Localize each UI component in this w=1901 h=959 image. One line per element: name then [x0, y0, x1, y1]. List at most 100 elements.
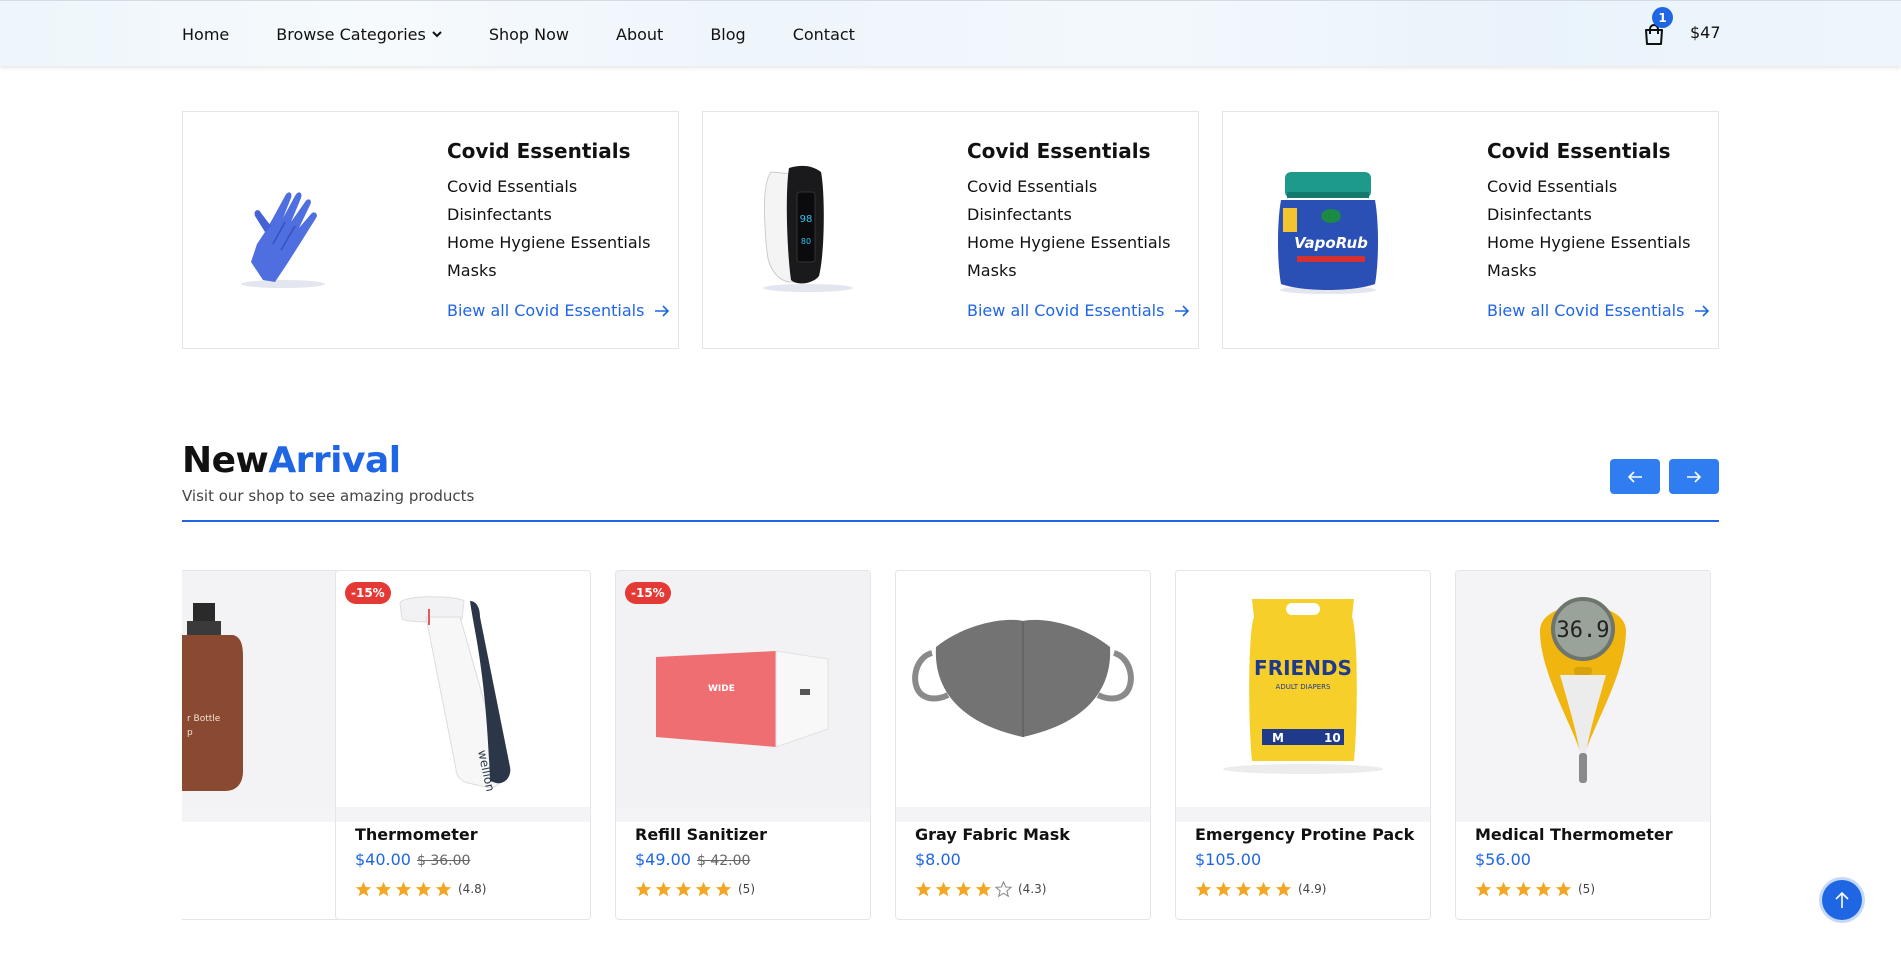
category-list-item[interactable]: Home Hygiene Essentials: [967, 229, 1170, 257]
cart-total[interactable]: $47: [1690, 23, 1721, 42]
star-icon: [955, 881, 972, 896]
nav-shop-label: Shop Now: [488, 24, 570, 44]
product-rating: (5): [635, 880, 755, 898]
product-card[interactable]: wellion -15% Thermometer $40.00 $ 36.00 (…: [335, 570, 591, 920]
top-navbar: Home Browse Categories Shop Now About Bl…: [0, 0, 1901, 66]
rating-value: (4.8): [458, 882, 487, 896]
star-icon: [935, 881, 952, 896]
star-icon: [1195, 881, 1212, 896]
price-old: $ 36.00: [416, 853, 471, 869]
rating-value: (4.9): [1298, 882, 1327, 896]
arrow-up-icon: [1835, 891, 1849, 908]
view-all-link[interactable]: Biew all Covid Essentials: [967, 301, 1190, 320]
price-current: $8.00: [915, 850, 961, 869]
back-to-top-button[interactable]: [1822, 880, 1862, 920]
price-old: $ 42.00: [696, 853, 751, 869]
cart-count-badge: 1: [1652, 7, 1673, 28]
star-icon: [1235, 881, 1252, 896]
price-current: $49.00: [635, 850, 691, 869]
star-icon: [1275, 881, 1292, 896]
slider-next-button[interactable]: [1669, 459, 1719, 494]
product-image-band: [1456, 807, 1710, 822]
nav-about[interactable]: About: [616, 25, 663, 44]
star-icon: [1555, 881, 1572, 896]
category-list-item[interactable]: Home Hygiene Essentials: [1487, 229, 1690, 257]
category-list-item[interactable]: Covid Essentials: [447, 173, 650, 201]
product-price: $8.00: [915, 850, 961, 869]
product-name[interactable]: Medical Thermometer: [1475, 825, 1673, 844]
product-image-band: [1176, 807, 1430, 822]
nav-home[interactable]: Home: [182, 25, 229, 44]
nav-home-label: Home: [182, 24, 230, 44]
product-card[interactable]: FRIENDS ADULT DIAPERS M 10 Emergency Pro…: [1175, 570, 1431, 920]
star-icon: [1535, 881, 1552, 896]
star-icon: [375, 881, 392, 896]
product-price: $49.00 $ 42.00: [635, 850, 750, 869]
discount-badge: -15%: [345, 582, 391, 604]
product-image: FRIENDS ADULT DIAPERS M 10: [1176, 571, 1430, 807]
product-image: WIDE -15%: [616, 571, 870, 807]
star-icon: [1515, 881, 1532, 896]
rating-value: (5): [1578, 882, 1595, 896]
section-title-part2: Arrival: [268, 440, 401, 481]
chevron-down-icon: [432, 31, 442, 38]
category-list-item[interactable]: Disinfectants: [967, 201, 1170, 229]
product-card[interactable]: WIDE -15% Refill Sanitizer $49.00 $ 42.00…: [615, 570, 871, 920]
category-list: Covid Essentials Disinfectants Home Hygi…: [967, 173, 1170, 285]
nav-blog[interactable]: Blog: [710, 25, 745, 44]
view-all-link[interactable]: Biew all Covid Essentials: [447, 301, 670, 320]
nav-contact[interactable]: Contact: [793, 25, 855, 44]
nav-blog-label: Blog: [710, 24, 746, 44]
star-icon: [435, 881, 452, 896]
section-subtitle: Visit our shop to see amazing products: [182, 487, 475, 505]
star-icon: [635, 881, 652, 896]
nav-shop-now[interactable]: Shop Now: [489, 25, 569, 44]
category-list-item[interactable]: Masks: [967, 257, 1170, 285]
refill-sanitizer-box-image: WIDE: [616, 571, 870, 807]
star-icon: [1215, 881, 1232, 896]
product-rating: (4.9): [1195, 880, 1326, 898]
slider-prev-button[interactable]: [1610, 459, 1660, 494]
star-icon: [1255, 881, 1272, 896]
category-list-item[interactable]: Disinfectants: [447, 201, 650, 229]
product-image-band: [616, 807, 870, 822]
pack-sub: ADULT DIAPERS: [1276, 683, 1331, 691]
view-all-link[interactable]: Biew all Covid Essentials: [1487, 301, 1710, 320]
category-list-item[interactable]: Masks: [447, 257, 650, 285]
rating-value: (5): [738, 882, 755, 896]
category-list-item[interactable]: Covid Essentials: [967, 173, 1170, 201]
category-list-item[interactable]: Disinfectants: [1487, 201, 1690, 229]
product-name[interactable]: Gray Fabric Mask: [915, 825, 1070, 844]
product-image: wellion -15%: [336, 571, 590, 807]
arrow-right-icon: [1695, 304, 1710, 317]
star-icon: [655, 881, 672, 896]
product-card[interactable]: 36.9 Medical Thermometer $56.00 (5): [1455, 570, 1711, 920]
box-text: WIDE: [708, 684, 735, 694]
product-card[interactable]: Gray Fabric Mask $8.00 (4.3): [895, 570, 1151, 920]
bottle-label-2: p: [187, 728, 193, 738]
view-all-label: Biew all Covid Essentials: [967, 301, 1165, 320]
product-rating: (4.8): [355, 880, 486, 898]
nav-menu: Home Browse Categories Shop Now About Bl…: [182, 1, 902, 67]
category-title: Covid Essentials: [1487, 139, 1671, 163]
product-name[interactable]: Thermometer: [355, 825, 478, 844]
thermometer-image: wellion: [336, 571, 590, 807]
arrow-right-icon: [1175, 304, 1190, 317]
product-name[interactable]: Refill Sanitizer: [635, 825, 767, 844]
product-price: $56.00: [1475, 850, 1531, 869]
star-icon: [915, 881, 932, 896]
category-list-item[interactable]: Covid Essentials: [1487, 173, 1690, 201]
nav-browse-categories[interactable]: Browse Categories: [276, 25, 442, 44]
pack-count: 10: [1324, 731, 1341, 745]
product-image-band: [336, 807, 590, 822]
product-name[interactable]: Emergency Protine Pack: [1195, 825, 1414, 844]
category-card: 98 80 Covid Essentials Covid Essentials …: [702, 111, 1199, 349]
category-list-item[interactable]: Masks: [1487, 257, 1690, 285]
star-icon: [355, 881, 372, 896]
category-list-item[interactable]: Home Hygiene Essentials: [447, 229, 650, 257]
category-title: Covid Essentials: [447, 139, 631, 163]
arrow-left-icon: [1627, 470, 1642, 483]
product-rating: (4.3): [915, 880, 1046, 898]
pack-size: M: [1272, 731, 1284, 745]
arrow-right-icon: [1687, 470, 1702, 483]
